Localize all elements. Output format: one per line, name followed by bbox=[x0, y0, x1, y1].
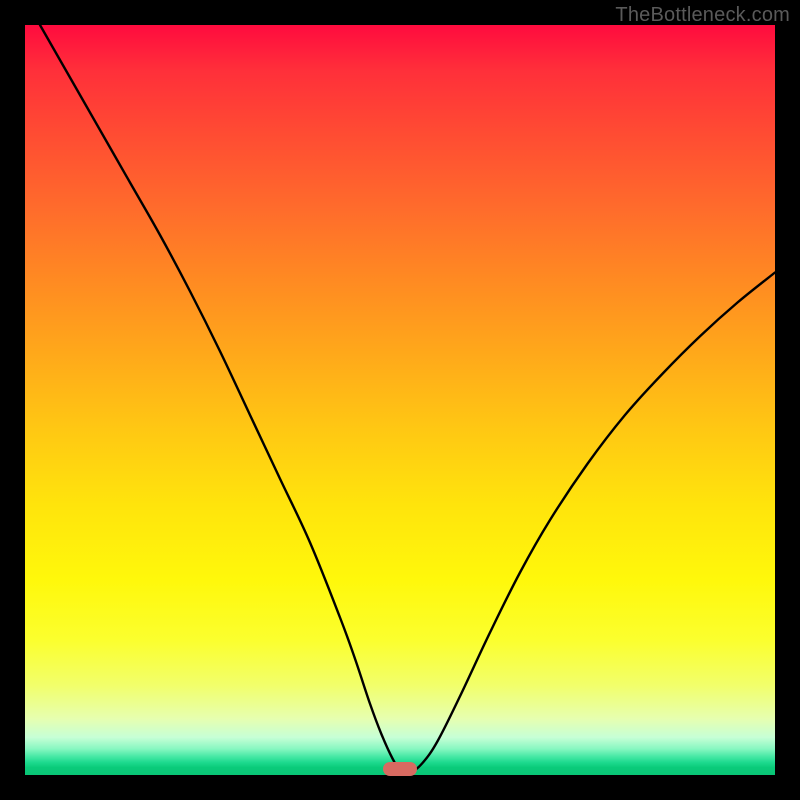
chart-frame: TheBottleneck.com bbox=[0, 0, 800, 800]
watermark-text: TheBottleneck.com bbox=[615, 4, 790, 27]
plot-area bbox=[25, 25, 775, 775]
curve-svg bbox=[25, 25, 775, 775]
bottleneck-curve-path bbox=[40, 25, 775, 772]
optimal-marker bbox=[383, 762, 417, 776]
